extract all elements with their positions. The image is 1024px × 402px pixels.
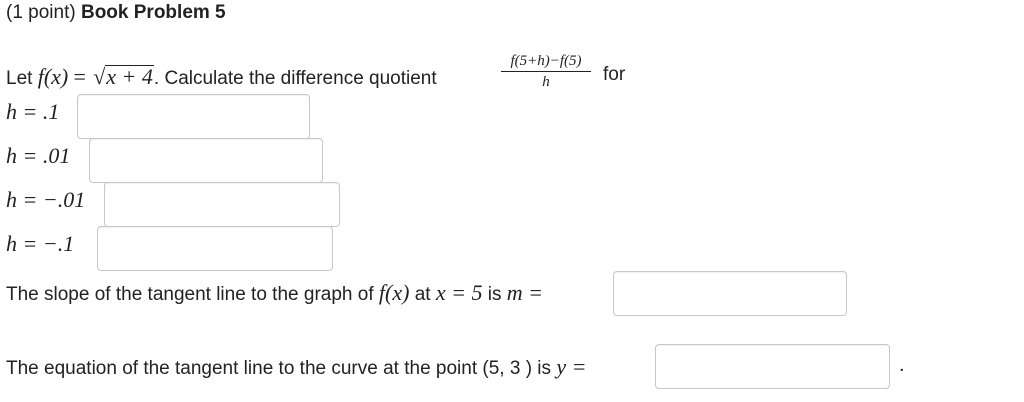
- slope-answer-input[interactable]: [613, 271, 847, 316]
- let-text: Let: [6, 68, 33, 89]
- tangent-answer-input[interactable]: [655, 344, 890, 389]
- quotient-denominator: h: [542, 74, 550, 90]
- slope-text: The slope of the tangent line to the gra…: [6, 284, 374, 305]
- problem-statement: Let f(x) = √x + 4. Calculate the differe…: [6, 64, 437, 90]
- h-label-2: h = .01: [6, 143, 71, 168]
- difference-quotient: f(5+h)−f(5) h: [497, 52, 595, 91]
- h-answer-input-1[interactable]: [77, 94, 310, 139]
- tangent-y-label: y =: [556, 354, 587, 379]
- radicand: x + 4: [105, 64, 154, 89]
- equals-sign: =: [73, 64, 86, 89]
- slope-m-label: m =: [506, 280, 543, 305]
- quotient-numerator: f(5+h)−f(5): [510, 53, 582, 69]
- h-label-3: h = −.01: [6, 187, 86, 212]
- slope-question: The slope of the tangent line to the gra…: [6, 280, 543, 306]
- h-label-1: h = .1: [6, 99, 60, 124]
- slope-function-notation: f(x): [378, 280, 410, 305]
- tangent-text: The equation of the tangent line to the …: [6, 358, 552, 379]
- fraction-bar: [501, 71, 591, 72]
- h-answer-input-2[interactable]: [89, 138, 323, 183]
- h-answer-input-4[interactable]: [97, 226, 333, 271]
- function-notation: f(x): [37, 64, 69, 89]
- sqrt-symbol: √: [93, 64, 106, 89]
- h-answer-input-3[interactable]: [104, 182, 340, 227]
- slope-x-value: x = 5: [435, 280, 483, 305]
- for-label: for: [603, 64, 626, 85]
- h-label-4: h = −.1: [6, 231, 75, 256]
- problem-points: (1 point): [6, 2, 76, 23]
- problem-title: Book Problem 5: [80, 2, 226, 23]
- statement-continuation: . Calculate the difference quotient: [153, 68, 437, 89]
- problem-header: (1 point) Book Problem 5: [6, 2, 226, 24]
- tangent-question: The equation of the tangent line to the …: [6, 354, 586, 380]
- slope-at-text: at: [414, 284, 431, 305]
- trailing-period: .: [899, 354, 905, 376]
- sqrt-expression: √x + 4: [91, 64, 154, 90]
- slope-is-text: is: [487, 284, 502, 305]
